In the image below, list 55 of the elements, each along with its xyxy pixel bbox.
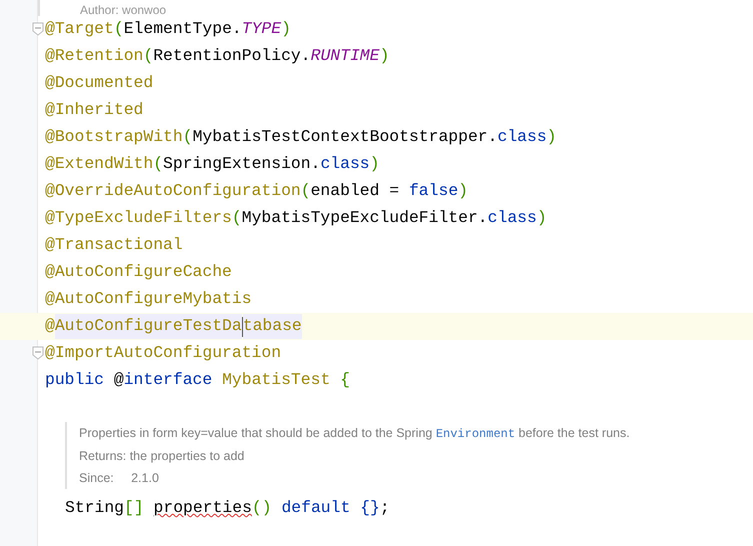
javadoc-text: Since: 2.1.0 xyxy=(79,470,160,487)
code-token: ElementType. xyxy=(124,18,242,40)
code-token: ) xyxy=(536,207,547,230)
code-token: false xyxy=(408,180,458,202)
code-token: class xyxy=(497,126,547,148)
code-token: ) xyxy=(546,126,557,148)
code-token: class xyxy=(488,207,537,230)
code-token: [] xyxy=(124,497,145,520)
code-token: tabase xyxy=(242,314,302,339)
code-token: default {} xyxy=(281,497,380,520)
code-token: @Retention xyxy=(45,45,144,68)
code-token: properties xyxy=(154,497,252,520)
code-token: String xyxy=(65,497,124,520)
code-token: @TypeExcludeFilters xyxy=(45,207,232,230)
code-token: ( xyxy=(114,18,124,40)
code-token: @ xyxy=(114,369,124,392)
code-token: @AutoConfigureCache xyxy=(45,261,232,284)
code-token: @ImportAutoConfiguration xyxy=(45,342,282,364)
code-token: RetentionPolicy. xyxy=(153,45,311,68)
code-token: RUNTIME xyxy=(310,45,380,68)
code-token: @BootstrapWith xyxy=(45,126,183,148)
code-token: public xyxy=(45,369,106,392)
code-token: ( xyxy=(300,180,311,202)
code-token: ( xyxy=(232,207,242,230)
code-token: @Documented xyxy=(45,72,154,94)
code-token: ( xyxy=(182,126,193,148)
code-token: MybatisTest xyxy=(222,369,332,392)
code-token: SpringExtension. xyxy=(163,153,320,176)
code-token: ) xyxy=(370,153,380,176)
code-token: interface xyxy=(124,369,214,392)
code-token: @Inherited xyxy=(45,99,144,122)
code-token: ; xyxy=(380,497,390,520)
code-token: ( xyxy=(143,45,154,68)
code-token: MybatisTestContextBootstrapper. xyxy=(192,126,498,148)
text-caret xyxy=(242,316,243,336)
code-token: @ExtendWith xyxy=(45,153,154,176)
code-token: AutoConfigureTestDa xyxy=(54,314,242,339)
code-token: TYPE xyxy=(242,18,282,40)
javadoc-text: Properties in form key=value that should be added to the Spring Environment before the test runs. xyxy=(79,425,631,443)
code-token: { xyxy=(340,369,350,392)
code-token: @OverrideAutoConfiguration xyxy=(45,180,301,202)
code-token: ) xyxy=(379,45,390,68)
code-token: ) xyxy=(458,180,468,202)
code-token: @Target xyxy=(45,18,114,40)
code-token: ( xyxy=(153,153,164,176)
code-token: @AutoConfigureMybatis xyxy=(45,288,252,310)
code-token: enabled = xyxy=(310,180,400,202)
code-token: @ xyxy=(45,315,55,338)
code-token: @Transactional xyxy=(45,234,183,256)
code-token: ) xyxy=(281,18,291,40)
code-token: MybatisTypeExcludeFilter. xyxy=(242,207,488,230)
code-token: class xyxy=(320,153,370,176)
code-token: () xyxy=(252,497,273,520)
javadoc-text: Returns: the properties to add xyxy=(79,448,246,465)
doc-author-text: Author: wonwoo xyxy=(80,4,166,16)
